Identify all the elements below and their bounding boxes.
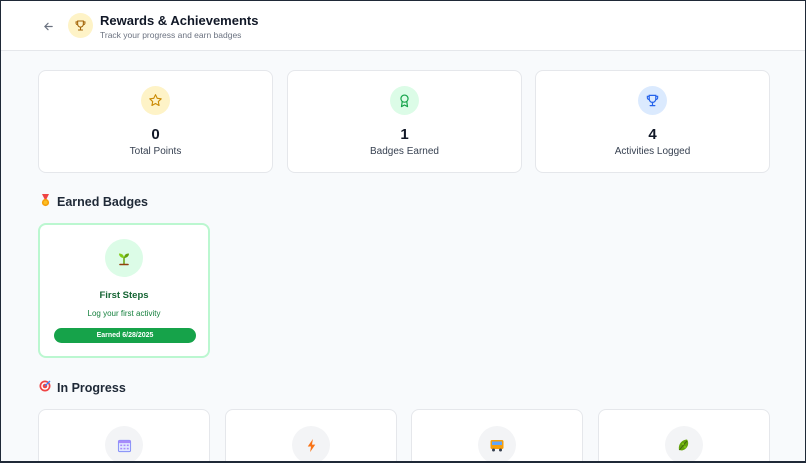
page-title: Rewards & Achievements bbox=[100, 13, 259, 28]
progress-card-leafy-green[interactable] bbox=[598, 409, 770, 461]
bus-emoji-icon bbox=[490, 439, 504, 451]
lightning-emoji-icon bbox=[307, 438, 315, 452]
trophy-icon bbox=[646, 94, 659, 107]
stat-value: 4 bbox=[648, 126, 657, 143]
calendar-emoji-icon bbox=[117, 439, 131, 452]
badge-icon-wrap bbox=[105, 239, 143, 277]
progress-card-calendar[interactable] bbox=[38, 409, 210, 461]
page-header: Rewards & Achievements Track your progre… bbox=[1, 1, 805, 51]
section-title-text: Earned Badges bbox=[57, 195, 149, 209]
stat-label: Total Points bbox=[129, 146, 182, 157]
page-subtitle: Track your progress and earn badges bbox=[100, 30, 242, 40]
stat-label: Activities Logged bbox=[614, 146, 691, 157]
stat-icon-wrap bbox=[638, 86, 667, 115]
in-progress-heading: In Progress bbox=[39, 380, 126, 395]
progress-icon-wrap bbox=[665, 426, 703, 461]
stat-icon-wrap bbox=[141, 86, 170, 115]
progress-card-lightning[interactable] bbox=[225, 409, 397, 461]
stat-label: Badges Earned bbox=[370, 146, 439, 157]
badge-card-first-steps[interactable]: First Steps Log your first activity Earn… bbox=[38, 223, 210, 358]
badge-earned-pill: Earned 6/28/2025 bbox=[54, 328, 196, 343]
progress-icon-wrap bbox=[478, 426, 516, 461]
badge-description: Log your first activity bbox=[87, 309, 161, 318]
medal-emoji-icon bbox=[39, 194, 51, 210]
earned-badges-heading: Earned Badges bbox=[39, 194, 148, 210]
target-emoji-icon bbox=[39, 380, 51, 395]
stat-value: 1 bbox=[400, 126, 409, 143]
progress-card-bus[interactable] bbox=[411, 409, 583, 461]
seedling-emoji-icon bbox=[119, 253, 129, 266]
badge-name: First Steps bbox=[99, 290, 149, 301]
stat-card-activities-logged: 4 Activities Logged bbox=[535, 70, 770, 173]
stat-icon-wrap bbox=[390, 86, 419, 115]
section-title-text: In Progress bbox=[57, 380, 126, 395]
leafy-green-emoji-icon bbox=[678, 439, 689, 451]
progress-icon-wrap bbox=[105, 426, 143, 461]
header-trophy-badge bbox=[68, 13, 93, 38]
app-frame: Rewards & Achievements Track your progre… bbox=[0, 0, 806, 463]
stat-value: 0 bbox=[151, 126, 160, 143]
arrow-left-icon bbox=[43, 22, 53, 30]
trophy-icon bbox=[75, 20, 86, 31]
star-icon bbox=[149, 94, 162, 107]
stat-card-total-points: 0 Total Points bbox=[38, 70, 273, 173]
progress-icon-wrap bbox=[292, 426, 330, 461]
stat-card-badges-earned: 1 Badges Earned bbox=[287, 70, 522, 173]
back-button[interactable] bbox=[39, 17, 57, 35]
award-icon bbox=[400, 94, 409, 108]
